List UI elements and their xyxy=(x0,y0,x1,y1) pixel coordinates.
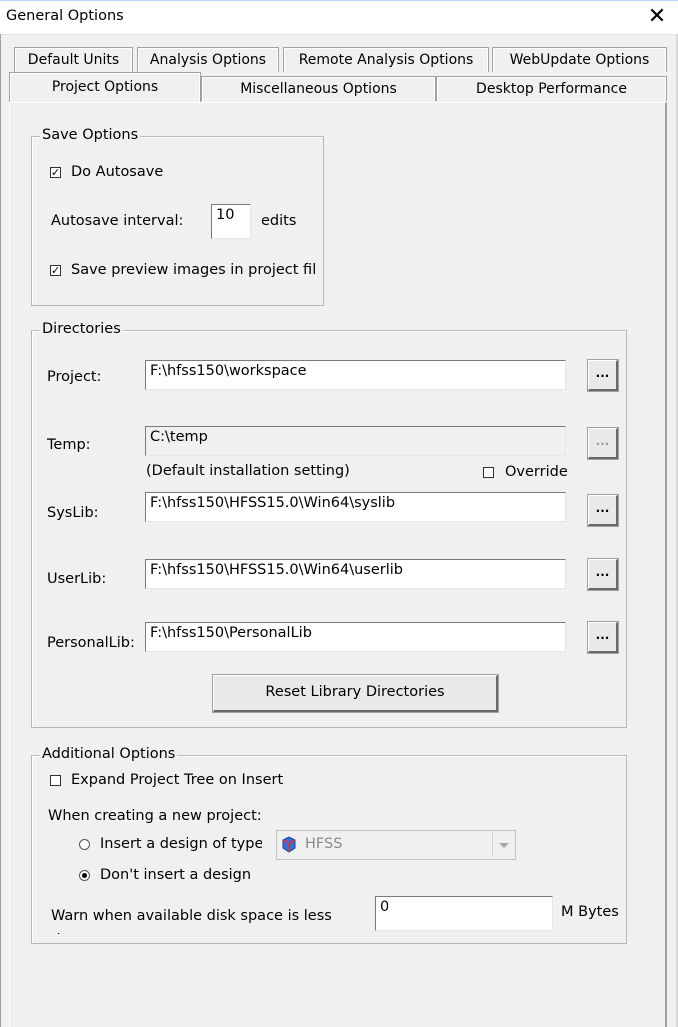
temp-dir-input[interactable]: C:\temp xyxy=(145,426,566,456)
dont-insert-radio[interactable] xyxy=(79,870,90,881)
expand-tree-label: Expand Project Tree on Insert xyxy=(71,772,284,788)
autosave-interval-input[interactable]: 10 xyxy=(211,204,251,239)
userlib-browse-button[interactable]: ... xyxy=(587,558,619,591)
reset-library-directories-button[interactable]: Reset Library Directories xyxy=(212,674,499,713)
hfss-icon xyxy=(282,836,296,853)
syslib-dir-input[interactable]: F:\hfss150\HFSS15.0\Win64\syslib xyxy=(145,492,566,522)
title-accent-line xyxy=(0,0,678,1)
expand-tree-checkbox[interactable] xyxy=(50,775,61,786)
insert-design-label: Insert a design of type xyxy=(100,836,262,852)
disk-warn-label: Warn when available disk space is less t… xyxy=(51,908,332,934)
personallib-browse-button[interactable]: ... xyxy=(587,621,619,654)
override-label: Override xyxy=(505,464,568,480)
personallib-dir-label: PersonalLib: xyxy=(47,635,135,651)
override-checkbox[interactable] xyxy=(483,467,494,478)
design-type-value: HFSS xyxy=(305,836,343,852)
save-preview-checkbox[interactable]: ✓ xyxy=(50,265,61,276)
userlib-dir-input[interactable]: F:\hfss150\HFSS15.0\Win64\userlib xyxy=(145,559,566,589)
personallib-dir-input[interactable]: F:\hfss150\PersonalLib xyxy=(145,622,566,652)
autosave-interval-unit: edits xyxy=(261,213,297,229)
temp-browse-button[interactable]: ... xyxy=(587,427,619,460)
userlib-dir-label: UserLib: xyxy=(47,571,107,587)
disk-warn-unit: M Bytes xyxy=(561,904,619,920)
chevron-down-icon xyxy=(492,833,513,857)
save-options-legend: Save Options xyxy=(40,127,141,143)
project-dir-label: Project: xyxy=(47,369,102,385)
do-autosave-label: Do Autosave xyxy=(71,164,164,180)
close-icon[interactable]: ✕ xyxy=(642,3,672,31)
save-preview-label: Save preview images in project fil xyxy=(71,262,316,278)
disk-warn-input[interactable]: 0 xyxy=(375,896,553,931)
insert-design-radio[interactable] xyxy=(79,839,90,850)
dont-insert-label: Don't insert a design xyxy=(100,867,252,883)
tab-default-units[interactable]: Default Units xyxy=(14,47,133,72)
project-browse-button[interactable]: ... xyxy=(587,359,619,392)
autosave-interval-label: Autosave interval: xyxy=(51,213,184,229)
additional-options-legend: Additional Options xyxy=(40,746,178,762)
title-bar: General Options ✕ xyxy=(0,0,678,35)
project-dir-input[interactable]: F:\hfss150\workspace xyxy=(145,360,566,390)
tab-webupdate-options[interactable]: WebUpdate Options xyxy=(492,47,667,72)
new-project-label: When creating a new project: xyxy=(48,808,262,824)
temp-dir-label: Temp: xyxy=(47,437,91,453)
directories-legend: Directories xyxy=(40,321,123,337)
tab-miscellaneous-options[interactable]: Miscellaneous Options xyxy=(201,76,436,101)
tab-project-options[interactable]: Project Options xyxy=(9,72,201,102)
tab-desktop-performance[interactable]: Desktop Performance xyxy=(436,76,667,101)
window-title: General Options xyxy=(6,8,124,24)
temp-default-note: (Default installation setting) xyxy=(146,463,350,479)
do-autosave-checkbox[interactable]: ✓ xyxy=(50,167,61,178)
syslib-browse-button[interactable]: ... xyxy=(587,494,619,527)
syslib-dir-label: SysLib: xyxy=(47,505,99,521)
design-type-select[interactable]: HFSS xyxy=(276,830,516,860)
window-left-border xyxy=(0,34,1,1027)
tab-analysis-options[interactable]: Analysis Options xyxy=(137,47,279,72)
tab-remote-analysis-options[interactable]: Remote Analysis Options xyxy=(283,47,489,72)
